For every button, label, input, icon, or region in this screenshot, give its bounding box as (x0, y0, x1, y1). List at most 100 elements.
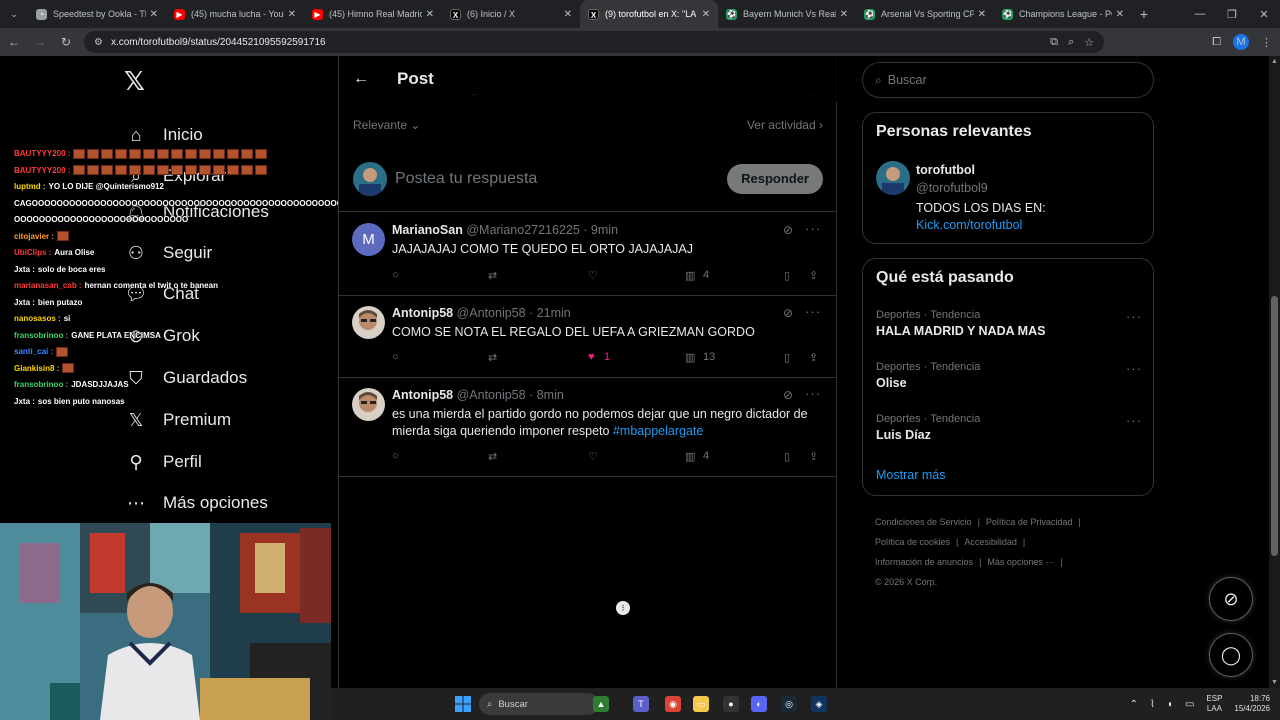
bookmark-icon[interactable]: ▯ (784, 269, 790, 282)
tray-chevron-icon[interactable]: ⌃ (1130, 699, 1138, 710)
tab-close-icon[interactable]: ✕ (978, 9, 986, 20)
search-input[interactable]: ⌕ Buscar (862, 62, 1154, 98)
steam-icon[interactable]: ◎ (781, 696, 797, 712)
user-avatar[interactable] (353, 161, 387, 196)
reply-timestamp[interactable]: · 8min (529, 388, 564, 402)
browser-tab[interactable]: ⚽ Arsenal Vs Sporting CP - ✕ (856, 0, 994, 28)
forward-icon[interactable]: → (28, 30, 52, 54)
maximize-icon[interactable]: ❐ (1216, 0, 1248, 28)
site-info-icon[interactable]: ⚙ (94, 37, 103, 48)
share-icon[interactable]: ⇪ (809, 450, 818, 463)
tab-close-icon[interactable]: ✕ (288, 9, 296, 20)
grok-icon[interactable]: ⊘ (783, 223, 793, 237)
close-icon[interactable]: ✕ (1248, 0, 1280, 28)
reply-author-handle[interactable]: @Antonip58 (457, 388, 526, 402)
tab-close-icon[interactable]: ✕ (702, 9, 710, 20)
reply-icon[interactable]: ○ (392, 351, 399, 363)
view-activity-link[interactable]: Ver actividad › (747, 118, 823, 132)
extensions-icon[interactable]: ⧠ (1212, 36, 1221, 49)
battery-icon[interactable]: ▭ (1185, 699, 1194, 710)
views-icon[interactable]: ▥ (685, 351, 695, 364)
reply-icon[interactable]: ○ (392, 450, 399, 462)
reply-timestamp[interactable]: · 21min (529, 306, 571, 320)
views-icon[interactable]: ▥ (685, 269, 695, 282)
grok-icon[interactable]: ⊘ (783, 306, 793, 320)
grok-fab-button[interactable]: ⊘ (1209, 577, 1253, 621)
install-app-icon[interactable]: ⧉ (1050, 36, 1058, 49)
relevant-person-name[interactable]: torofutbol (916, 163, 975, 177)
like-icon[interactable]: ♡ (588, 450, 598, 463)
new-tab-button[interactable]: + (1132, 6, 1156, 22)
back-icon[interactable]: ← (2, 30, 26, 54)
obs-icon[interactable]: ● (723, 696, 739, 712)
reply-timestamp[interactable]: · 9min (583, 223, 618, 237)
windows-start-icon[interactable] (455, 696, 471, 712)
browser-tab[interactable]: X (9) torofutbol en X: "LA Ú ✕ (580, 0, 718, 28)
hashtag-link[interactable]: #mbappelargate (613, 424, 703, 438)
back-arrow-icon[interactable]: ← (353, 70, 373, 88)
repost-icon[interactable]: ⇄ (488, 450, 497, 463)
bookmark-icon[interactable]: ▯ (784, 351, 790, 364)
chrome-icon[interactable]: ◉ (665, 696, 681, 712)
footer-link[interactable]: Accesibilidad (964, 537, 1017, 547)
volume-icon[interactable]: ◖ (1167, 699, 1173, 710)
footer-link[interactable]: Política de Privacidad (986, 517, 1073, 527)
trend-item[interactable]: Deportes · Tendencia Olise ··· (876, 361, 1142, 390)
app-icon[interactable]: ◈ (811, 696, 827, 712)
relevant-person-avatar[interactable] (876, 161, 910, 195)
more-options-icon[interactable]: ··· (805, 386, 821, 401)
repost-icon[interactable]: ⇄ (488, 351, 497, 364)
nav-item-perfil[interactable]: ⚲ Perfil (122, 445, 201, 479)
tab-close-icon[interactable]: ✕ (840, 9, 848, 20)
footer-link[interactable]: Información de anuncios (875, 557, 973, 567)
browser-tab[interactable]: ▶ (45) mucha lucha - YouTu ✕ (166, 0, 304, 28)
more-options-icon[interactable]: ··· (805, 304, 821, 319)
relevant-person-link[interactable]: Kick.com/torofutbol (916, 218, 1022, 232)
teams-icon[interactable]: T (633, 696, 649, 712)
scroll-down-icon[interactable]: ▼ (1271, 679, 1278, 686)
reply-button[interactable]: Responder (727, 163, 823, 194)
reply-author-name[interactable]: MarianoSan (392, 223, 463, 237)
scroll-up-icon[interactable]: ▲ (1271, 58, 1278, 65)
reply-input[interactable]: Postea tu respuesta (395, 170, 537, 188)
browser-tab[interactable]: X (6) Inicio / X ✕ (442, 0, 580, 28)
reply-tweet[interactable]: Antonip58 @Antonip58 · 8min ⊘ ··· es una mi… (339, 378, 837, 477)
messages-fab-button[interactable]: ◯ (1209, 633, 1253, 677)
trend-item[interactable]: Deportes · Tendencia Luis Díaz ··· (876, 413, 1142, 442)
zoom-icon[interactable]: ⌕ (1068, 36, 1074, 49)
bookmark-icon[interactable]: ▯ (784, 450, 790, 463)
tab-search-button[interactable]: ⌄ (4, 4, 24, 24)
more-options-icon[interactable]: ··· (1126, 361, 1142, 376)
show-more-link[interactable]: Mostrar más (876, 468, 945, 482)
trend-item[interactable]: Deportes · Tendencia HALA MADRID Y NADA M… (876, 309, 1142, 338)
reply-icon[interactable]: ○ (392, 269, 399, 281)
reply-avatar[interactable] (352, 306, 385, 339)
taskbar-search[interactable]: ⌕ Buscar (479, 693, 599, 715)
grok-icon[interactable]: ⊘ (783, 388, 793, 402)
reply-author-handle[interactable]: @Mariano27216225 (466, 223, 579, 237)
like-icon[interactable]: ♡ (588, 269, 598, 282)
reply-author-handle[interactable]: @Antonip58 (457, 306, 526, 320)
like-icon[interactable]: ♥ (588, 351, 595, 363)
share-icon[interactable]: ⇪ (809, 269, 818, 282)
trees-widget-icon[interactable]: ▲ (593, 696, 609, 712)
network-icon[interactable]: ⌇ (1150, 699, 1155, 710)
address-bar[interactable]: ⚙ x.com/torofutbol9/status/2044521095592… (84, 31, 1104, 53)
footer-link[interactable]: Más opciones ··· (987, 557, 1054, 567)
browser-tab[interactable]: ▶ (45) Himno Real Madrid C ✕ (304, 0, 442, 28)
tab-close-icon[interactable]: ✕ (426, 9, 434, 20)
tab-close-icon[interactable]: ✕ (1116, 9, 1124, 20)
repost-icon[interactable]: ⇄ (488, 269, 497, 282)
browser-tab[interactable]: ◔ Speedtest by Ookla - The ✕ (28, 0, 166, 28)
views-icon[interactable]: ▥ (685, 450, 695, 463)
minimize-icon[interactable]: — (1184, 0, 1216, 28)
tab-close-icon[interactable]: ✕ (564, 9, 572, 20)
sort-dropdown[interactable]: Relevante ⌄ (353, 118, 420, 132)
browser-tab[interactable]: ⚽ Champions League - POS ✕ (994, 0, 1132, 28)
more-options-icon[interactable]: ··· (805, 221, 821, 236)
browser-menu-icon[interactable]: ⋮ (1261, 36, 1272, 49)
clock[interactable]: 18:76 15/4/2026 (1234, 694, 1270, 714)
scroll-thumb[interactable] (1271, 296, 1278, 556)
tab-close-icon[interactable]: ✕ (150, 9, 158, 20)
nav-item-mas-opciones[interactable]: ⋯ Más opciones (122, 486, 268, 520)
